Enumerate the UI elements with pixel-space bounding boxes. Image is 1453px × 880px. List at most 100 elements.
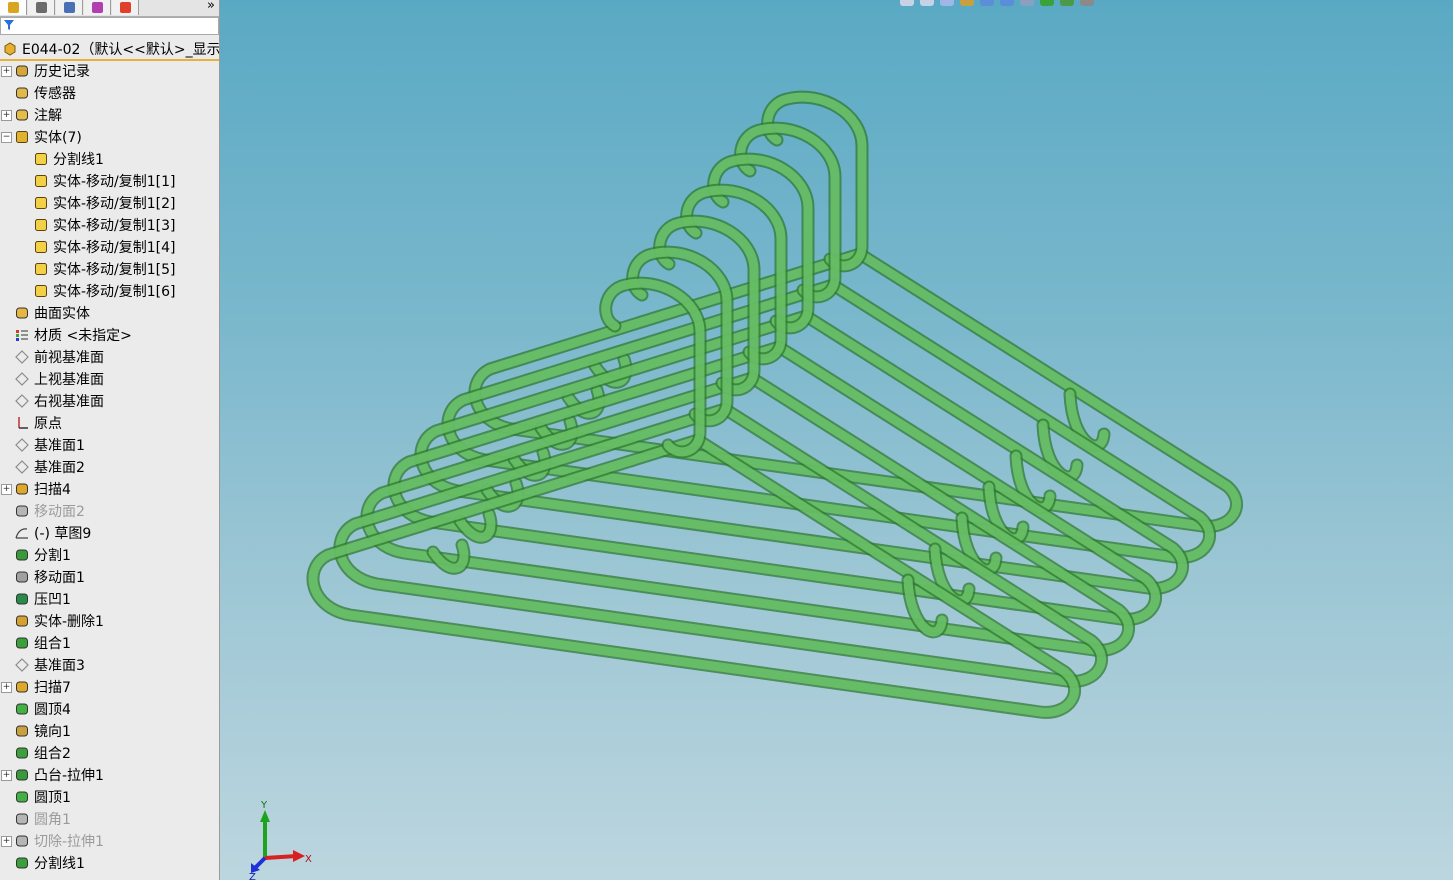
tree-item-label: 扫描4 xyxy=(34,482,71,498)
configuration-manager-tab[interactable] xyxy=(56,0,83,15)
tree-item[interactable]: 实体-移动/复制1[1] xyxy=(33,170,176,192)
tree-item[interactable]: 基准面2 xyxy=(14,456,85,478)
display-manager-tab[interactable] xyxy=(112,0,139,15)
tree-item-label: 分割1 xyxy=(34,548,71,564)
expand-toggle[interactable]: + xyxy=(1,836,12,847)
tree-item-label: 凸台-拉伸1 xyxy=(34,768,104,784)
tree-item[interactable]: 曲面实体 xyxy=(14,302,90,324)
move-face-icon xyxy=(14,503,30,519)
tree-item[interactable]: 圆角1 xyxy=(14,808,71,830)
tree-item[interactable]: 基准面3 xyxy=(14,654,85,676)
sweep-icon xyxy=(14,481,30,497)
tree-item[interactable]: + 扫描4 xyxy=(1,478,71,500)
tree-item-label: 镜向1 xyxy=(34,724,71,740)
boss-extrude-icon xyxy=(14,767,30,783)
tree-item[interactable]: + 扫描7 xyxy=(1,676,71,698)
combine-icon xyxy=(14,635,30,651)
tree-item[interactable]: 分割线1 xyxy=(33,148,104,170)
tree-item[interactable]: + 切除-拉伸1 xyxy=(1,830,104,852)
tree-item[interactable]: 压凹1 xyxy=(14,588,71,610)
collapse-toggle[interactable]: − xyxy=(1,132,12,143)
coordinate-triad: Y X Z xyxy=(249,800,312,880)
history-icon xyxy=(14,63,30,79)
tree-item-label: 基准面2 xyxy=(34,460,85,476)
expand-toggle[interactable]: + xyxy=(1,66,12,77)
tree-item[interactable]: 组合1 xyxy=(14,632,71,654)
tree-item-label: 组合2 xyxy=(34,746,71,762)
tree-item[interactable]: − 实体(7) xyxy=(1,126,82,148)
graphics-area[interactable]: Y X Z xyxy=(220,0,1453,880)
indent-icon xyxy=(14,591,30,607)
tree-item[interactable]: 圆顶4 xyxy=(14,698,71,720)
tree-item-label: (-) 草图9 xyxy=(34,526,92,542)
mirror-icon xyxy=(14,723,30,739)
tree-item[interactable]: 移动面1 xyxy=(14,566,85,588)
part-icon xyxy=(2,41,18,57)
feature-manager-tab[interactable] xyxy=(0,0,27,15)
tree-item[interactable]: 实体-移动/复制1[3] xyxy=(33,214,176,236)
tree-item[interactable]: 圆顶1 xyxy=(14,786,71,808)
tree-item[interactable]: 实体-删除1 xyxy=(14,610,104,632)
tree-item[interactable]: 前视基准面 xyxy=(14,346,104,368)
tree-item[interactable]: 镜向1 xyxy=(14,720,71,742)
tree-item-label: 分割线1 xyxy=(34,856,85,872)
feature-tree-root[interactable]: E044-02（默认<<默认>_显示 xyxy=(0,38,219,60)
tree-item[interactable]: 实体-移动/复制1[4] xyxy=(33,236,176,258)
property-manager-icon xyxy=(35,2,47,13)
expand-toggle[interactable]: + xyxy=(1,484,12,495)
annotation-icon xyxy=(14,107,30,123)
tree-item[interactable]: 上视基准面 xyxy=(14,368,104,390)
tree-item-label: 圆顶4 xyxy=(34,702,71,718)
tree-item-label: 注解 xyxy=(34,108,62,124)
property-manager-tab[interactable] xyxy=(28,0,55,15)
tree-item[interactable]: 原点 xyxy=(14,412,62,434)
solid-body-icon xyxy=(33,173,49,189)
tree-item-label: 基准面3 xyxy=(34,658,85,674)
split-icon xyxy=(14,547,30,563)
tree-item[interactable]: 传感器 xyxy=(14,82,76,104)
plane-icon xyxy=(14,657,30,673)
expand-toggle[interactable]: + xyxy=(1,682,12,693)
tree-item[interactable]: 基准面1 xyxy=(14,434,85,456)
tree-item-label: 圆角1 xyxy=(34,812,71,828)
tree-item[interactable]: + 注解 xyxy=(1,104,62,126)
tree-item[interactable]: 实体-移动/复制1[5] xyxy=(33,258,176,280)
tree-item-label: 实体-移动/复制1[5] xyxy=(53,262,176,278)
expand-toggle[interactable]: + xyxy=(1,770,12,781)
plane-icon xyxy=(14,459,30,475)
tree-item[interactable]: 材质 <未指定> xyxy=(14,324,132,346)
tree-item-label: 移动面2 xyxy=(34,504,85,520)
split-line-icon xyxy=(14,855,30,871)
tree-item-label: 扫描7 xyxy=(34,680,71,696)
delete-body-icon xyxy=(14,613,30,629)
dimxpert-tab[interactable] xyxy=(84,0,111,15)
hanger-model xyxy=(306,90,1243,719)
solid-body-icon xyxy=(33,239,49,255)
tree-item-label: 分割线1 xyxy=(53,152,104,168)
tree-item[interactable]: 组合2 xyxy=(14,742,71,764)
tree-item[interactable]: + 凸台-拉伸1 xyxy=(1,764,104,786)
tree-item[interactable]: + 历史记录 xyxy=(1,60,90,82)
tabs-more-button[interactable]: » xyxy=(207,0,215,13)
tree-item[interactable]: 移动面2 xyxy=(14,500,85,522)
solid-bodies-folder-icon xyxy=(14,129,30,145)
plane-icon xyxy=(14,371,30,387)
triad-y-label: Y xyxy=(260,800,268,811)
tree-item-label: 实体-删除1 xyxy=(34,614,104,630)
tree-item[interactable]: 分割线1 xyxy=(14,852,85,874)
solid-body-icon xyxy=(33,195,49,211)
expand-toggle[interactable]: + xyxy=(1,110,12,121)
tree-item[interactable]: 分割1 xyxy=(14,544,71,566)
plane-icon xyxy=(14,393,30,409)
configuration-manager-icon xyxy=(63,2,75,13)
tree-item-label: 圆顶1 xyxy=(34,790,71,806)
tree-item[interactable]: 右视基准面 xyxy=(14,390,104,412)
display-manager-icon xyxy=(119,2,131,13)
tree-item[interactable]: 实体-移动/复制1[2] xyxy=(33,192,176,214)
move-face-icon xyxy=(14,569,30,585)
tree-item[interactable]: 实体-移动/复制1[6] xyxy=(33,280,176,302)
material-icon xyxy=(14,327,30,343)
feature-filter-input[interactable] xyxy=(0,17,219,35)
dimxpert-icon xyxy=(91,2,103,13)
tree-item[interactable]: (-) 草图9 xyxy=(14,522,91,544)
